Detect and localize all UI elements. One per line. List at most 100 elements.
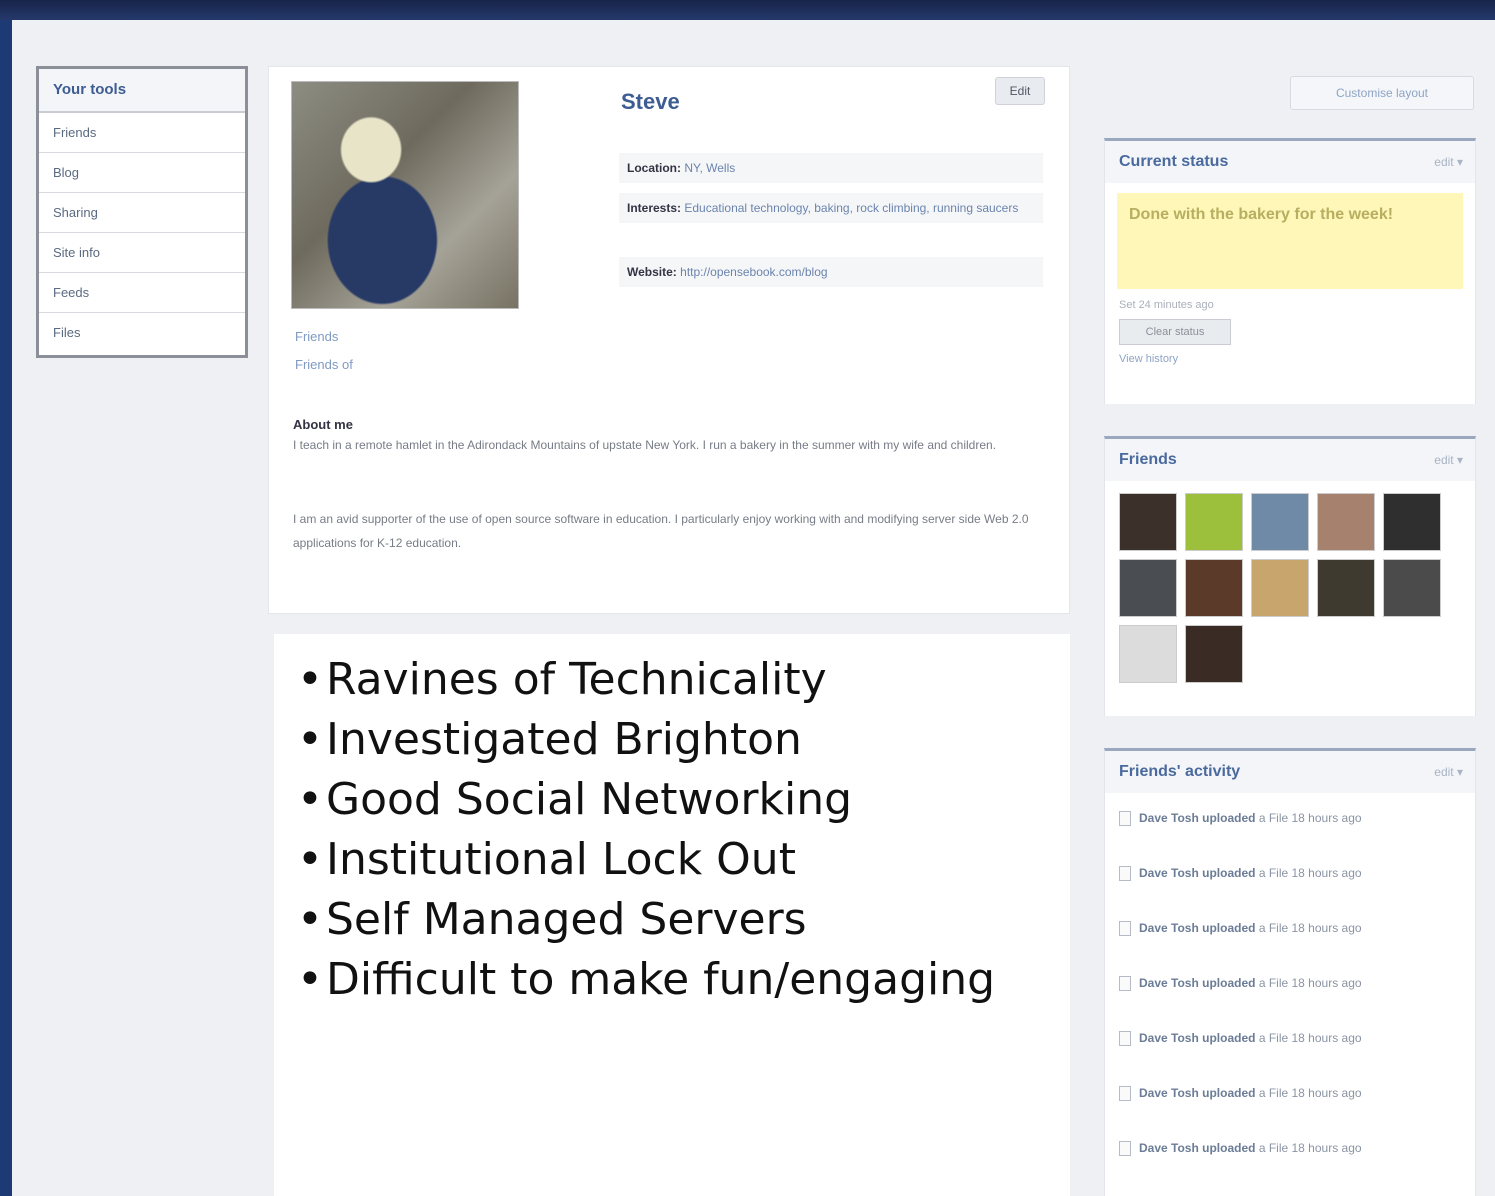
activity-widget-title: Friends' activity: [1119, 763, 1241, 780]
activity-detail: a File 18 hours ago: [1258, 811, 1362, 825]
tools-item-feeds[interactable]: Feeds: [39, 273, 245, 313]
friends-grid: [1105, 481, 1475, 695]
activity-detail: a File 18 hours ago: [1258, 976, 1362, 990]
file-icon: [1119, 866, 1131, 881]
activity-list: Dave Tosh uploaded a File 18 hours ago Da…: [1105, 793, 1475, 1186]
chevron-down-icon: ▾: [1456, 765, 1463, 779]
friends-widget-title: Friends: [1119, 451, 1177, 468]
status-widget-header: Current status edit ▾: [1105, 141, 1475, 183]
activity-widget: Friends' activity edit ▾ Dave Tosh uploa…: [1104, 748, 1476, 1196]
friend-thumbnail[interactable]: [1251, 559, 1309, 617]
interests-field: Interests: Educational technology, bakin…: [619, 193, 1043, 223]
status-widget: Current status edit ▾ Done with the bake…: [1104, 138, 1476, 404]
about-title: About me: [293, 417, 353, 432]
tools-menu: Your tools Friends Blog Sharing Site inf…: [36, 66, 248, 358]
activity-actor[interactable]: Dave Tosh uploaded: [1139, 811, 1255, 825]
bullet-item: Difficult to make fun/engaging: [294, 950, 1050, 1010]
file-icon: [1119, 1031, 1131, 1046]
friend-thumbnail[interactable]: [1119, 625, 1177, 683]
friends-widget: Friends edit ▾: [1104, 436, 1476, 716]
bullet-item: Good Social Networking: [294, 770, 1050, 830]
activity-detail: a File 18 hours ago: [1258, 1086, 1362, 1100]
status-widget-title: Current status: [1119, 153, 1229, 170]
edit-profile-button[interactable]: Edit: [995, 77, 1045, 105]
customize-layout-button[interactable]: Customise layout: [1290, 76, 1474, 110]
bullet-item: Self Managed Servers: [294, 890, 1050, 950]
file-icon: [1119, 976, 1131, 991]
friends-of-link[interactable]: Friends of: [295, 357, 353, 372]
activity-widget-edit[interactable]: edit ▾: [1434, 765, 1463, 779]
activity-actor[interactable]: Dave Tosh uploaded: [1139, 921, 1255, 935]
activity-detail: a File 18 hours ago: [1258, 1141, 1362, 1155]
activity-row: Dave Tosh uploaded a File 18 hours ago: [1105, 966, 1475, 1021]
friend-thumbnail[interactable]: [1119, 493, 1177, 551]
friend-thumbnail[interactable]: [1317, 559, 1375, 617]
website-label: Website:: [627, 265, 677, 279]
activity-row: Dave Tosh uploaded a File 18 hours ago: [1105, 1021, 1475, 1076]
status-text: Done with the bakery for the week!: [1117, 193, 1463, 289]
about-paragraph-1: I teach in a remote hamlet in the Adiron…: [293, 438, 997, 452]
friend-thumbnail[interactable]: [1119, 559, 1177, 617]
friends-widget-header: Friends edit ▾: [1105, 439, 1475, 481]
activity-detail: a File 18 hours ago: [1258, 921, 1362, 935]
friend-thumbnail[interactable]: [1185, 493, 1243, 551]
status-edit-label: edit: [1434, 155, 1454, 169]
profile-name: Steve: [621, 89, 680, 114]
website-field: Website: http://opensebook.com/blog: [619, 257, 1043, 287]
friend-thumbnail[interactable]: [1383, 493, 1441, 551]
friend-thumbnail[interactable]: [1383, 559, 1441, 617]
activity-actor[interactable]: Dave Tosh uploaded: [1139, 1031, 1255, 1045]
friend-thumbnail[interactable]: [1185, 625, 1243, 683]
interests-value[interactable]: Educational technology, baking, rock cli…: [684, 201, 1018, 215]
chevron-down-icon: ▾: [1456, 453, 1463, 467]
activity-row: Dave Tosh uploaded a File 18 hours ago: [1105, 1076, 1475, 1131]
status-widget-edit[interactable]: edit ▾: [1434, 155, 1463, 169]
friends-edit-label: edit: [1434, 453, 1454, 467]
activity-widget-header: Friends' activity edit ▾: [1105, 751, 1475, 793]
activity-detail: a File 18 hours ago: [1258, 1031, 1362, 1045]
friend-thumbnail[interactable]: [1317, 493, 1375, 551]
tools-item-sharing[interactable]: Sharing: [39, 193, 245, 233]
view-history-link[interactable]: View history: [1119, 353, 1461, 365]
activity-row: Dave Tosh uploaded a File 18 hours ago: [1105, 1131, 1475, 1186]
activity-actor[interactable]: Dave Tosh uploaded: [1139, 866, 1255, 880]
activity-row: Dave Tosh uploaded a File 18 hours ago: [1105, 801, 1475, 856]
clear-status-button[interactable]: Clear status: [1119, 319, 1231, 345]
status-time: Set 24 minutes ago: [1119, 299, 1214, 311]
bullet-list: Ravines of Technicality Investigated Bri…: [294, 650, 1050, 1010]
file-icon: [1119, 1141, 1131, 1156]
interests-label: Interests:: [627, 201, 682, 215]
activity-actor[interactable]: Dave Tosh uploaded: [1139, 1086, 1255, 1100]
friend-thumbnail[interactable]: [1185, 559, 1243, 617]
activity-actor[interactable]: Dave Tosh uploaded: [1139, 1141, 1255, 1155]
file-icon: [1119, 1086, 1131, 1101]
profile-avatar[interactable]: [291, 81, 519, 309]
slide-top-bar: [0, 0, 1495, 20]
activity-detail: a File 18 hours ago: [1258, 866, 1362, 880]
elgg-profile-page: Your tools Friends Blog Sharing Site inf…: [12, 20, 1495, 1196]
file-icon: [1119, 921, 1131, 936]
activity-actor[interactable]: Dave Tosh uploaded: [1139, 976, 1255, 990]
activity-row: Dave Tosh uploaded a File 18 hours ago: [1105, 911, 1475, 966]
tools-item-files[interactable]: Files: [39, 313, 245, 353]
slide-bullet-box: Ravines of Technicality Investigated Bri…: [274, 634, 1070, 1196]
file-icon: [1119, 811, 1131, 826]
friend-thumbnail[interactable]: [1251, 493, 1309, 551]
location-label: Location:: [627, 161, 681, 175]
location-value[interactable]: NY, Wells: [684, 161, 735, 175]
activity-edit-label: edit: [1434, 765, 1454, 779]
bullet-item: Investigated Brighton: [294, 710, 1050, 770]
friends-widget-edit[interactable]: edit ▾: [1434, 453, 1463, 467]
location-field: Location: NY, Wells: [619, 153, 1043, 183]
bullet-item: Ravines of Technicality: [294, 650, 1050, 710]
chevron-down-icon: ▾: [1456, 155, 1463, 169]
tools-item-friends[interactable]: Friends: [39, 113, 245, 153]
profile-card: Friends Friends of Steve Edit Location: …: [268, 66, 1070, 614]
tools-item-blog[interactable]: Blog: [39, 153, 245, 193]
bullet-item: Institutional Lock Out: [294, 830, 1050, 890]
tools-item-site-info[interactable]: Site info: [39, 233, 245, 273]
website-value[interactable]: http://opensebook.com/blog: [680, 265, 827, 279]
activity-row: Dave Tosh uploaded a File 18 hours ago: [1105, 856, 1475, 911]
tools-menu-title: Your tools: [39, 69, 245, 113]
friends-link[interactable]: Friends: [295, 329, 338, 344]
